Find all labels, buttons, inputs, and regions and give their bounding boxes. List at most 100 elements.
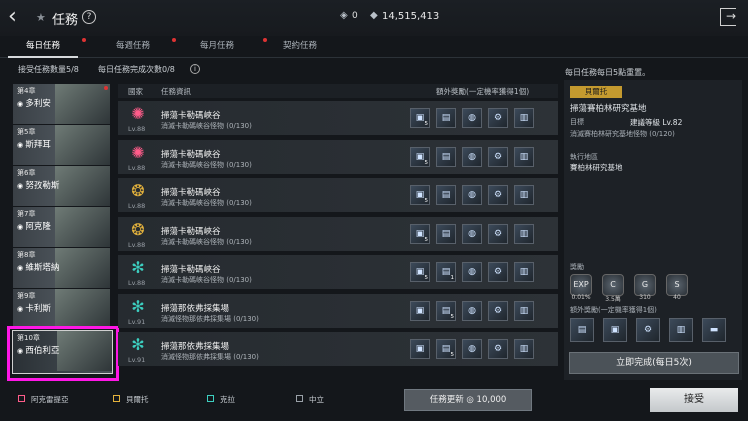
chapter-item[interactable]: 第4章 ◉ 多利安 [13,84,110,124]
reward-item-icon[interactable]: ◍ [462,223,482,244]
extra-reward-icon[interactable]: ▣ [603,318,627,342]
quest-row[interactable]: ✺ Lv.88 掃蕩卡勒碼峽谷 消滅卡勒碼峽谷怪物 (0/130) ▣ 5 ▤ ◍ ⚙ ▥ [118,139,558,174]
quest-level: Lv.91 [128,317,146,326]
area-name: 賽柏林研究基地 [570,163,623,172]
reward-item-icon[interactable]: ◍ [462,108,482,128]
detail-title: 掃蕩賽柏林研究基地 [570,104,647,114]
quest-level: Lv.88 [128,279,146,287]
chapter-number: 第8章 [17,251,36,259]
chapter-item[interactable]: 第7章 ◉ 阿克隆 [13,207,110,247]
reward-item-icon[interactable]: ▤ 5 [436,300,456,321]
reward-item-icon[interactable]: ▥ [514,339,534,359]
accepted-count: 接受任務數量5/8 [18,65,79,74]
reward-item-icon[interactable]: ▣ 5 [410,223,430,244]
page-title: 任務 [52,13,79,28]
reward-item-icon[interactable]: ▤ [436,185,456,205]
reward-item-icon[interactable]: ⚙ [488,146,508,167]
reward-item-icon[interactable]: ▤ [436,223,456,244]
reward-icon[interactable]: G [634,274,656,296]
reward-item-icon[interactable]: ▥ [514,185,534,205]
reward-item-icon[interactable]: ◍ [462,146,482,167]
refresh-cost: 10,000 [476,395,507,405]
chapter-number: 第7章 [17,210,36,218]
reward-icon[interactable]: EXP [570,274,592,296]
chapter-item[interactable]: 第8章 ◉ 維斯塔納 [13,248,110,288]
reward-item-icon[interactable]: ⚙ [488,262,508,282]
reward-item-icon[interactable]: ⚙ [488,185,508,205]
reward-item-icon[interactable]: ⚙ [488,108,508,128]
quest-row[interactable]: ✻ Lv.91 掃蕩那依弗採集場 消滅怪物那依弗採集場 (0/130) ▣ ▤ 5 ◍ ⚙… [118,293,558,328]
extra-reward-icon[interactable]: ▤ [570,318,594,342]
reward-item-icon[interactable]: ▣ 5 [410,146,430,167]
reward-item-icon[interactable]: ◍ [462,300,482,321]
reward-item-icon[interactable]: ⚙ [488,339,508,359]
refresh-label: 任務更新 [429,395,464,405]
area-label: 執行地區 [570,153,598,161]
ticket-icon: ◈ [340,10,348,21]
reward-item-icon[interactable]: ▥ [514,108,534,128]
exit-icon[interactable]: → [720,8,736,26]
quest-subtitle: 消滅卡勒碼峽谷怪物 (0/130) [161,122,252,130]
chapter-item[interactable]: 第6章 ◉ 努孜勒斯 [13,166,110,206]
faction-emblem-icon: ✻ [131,296,145,316]
info-icon[interactable]: i [190,64,200,74]
reward-item-icon[interactable]: ▤ [436,108,456,128]
reward-item-icon[interactable]: ▣ 5 [410,185,430,205]
tab-daily[interactable]: 每日任務 [8,36,78,58]
reward-value: 310 [639,294,651,301]
reward-icon[interactable]: C [602,274,624,296]
chapter-thumbnail [55,207,110,247]
back-icon[interactable]: ‹ [8,6,30,30]
reward-item-icon[interactable]: ▥ [514,146,534,167]
reward-item-icon[interactable]: ▣ [410,339,430,359]
help-icon[interactable]: ? [82,10,96,24]
quest-row[interactable]: ✺ Lv.88 掃蕩卡勒碼峽谷 消滅卡勒碼峽谷怪物 (0/130) ▣ 5 ▤ ◍ ⚙ ▥ [118,101,558,135]
quest-row[interactable]: ✻ Lv.91 掃蕩那依弗採集場 消滅怪物那依弗採集場 (0/130) ▣ ▤ 5 ◍ ⚙… [118,332,558,366]
extra-reward-icon[interactable]: ⚙ [636,318,660,342]
reward-item-icon[interactable]: ▥ [514,300,534,321]
faction-emblem-icon: ✺ [131,142,145,162]
legend-label: 克拉 [220,395,235,404]
reward-value: 0.01% [571,294,591,301]
legend-swatch [207,395,214,402]
currency-gem: 14,515,413 [382,11,440,22]
reward-item-icon[interactable]: ▥ [514,262,534,282]
reward-item-icon[interactable]: ▥ [514,223,534,244]
reward-icon[interactable]: S [666,274,688,296]
quest-row[interactable]: ❂ Lv.88 掃蕩卡勒碼峽谷 消滅卡勒碼峽谷怪物 (0/130) ▣ 5 ▤ ◍ ⚙ ▥ [118,178,558,212]
reward-item-icon[interactable]: ⚙ [488,300,508,321]
quest-row[interactable]: ✻ Lv.88 掃蕩卡勒碼峽谷 消滅卡勒碼峽谷怪物 (0/130) ▣ 5 ▤ 1 ◍ ⚙ ▥ [118,255,558,289]
chapter-thumbnail [55,289,110,329]
quest-title: 掃蕩卡勒碼峽谷 [161,188,221,198]
chapter-item[interactable]: 第9章 ◉ 卡利斯 [13,289,110,329]
tab-contract[interactable]: 契約任務 [265,36,335,58]
reward-item-icon[interactable]: ⚙ [488,223,508,244]
extra-reward-icon[interactable]: ▬ [702,318,726,342]
selection-highlight [7,326,119,381]
chapter-item[interactable]: 第5章 ◉ 斯拜耳 [13,125,110,165]
refresh-button[interactable]: 任務更新 ◎ 10,000 [404,389,532,411]
reward-item-icon[interactable]: ▣ 5 [410,108,430,128]
target-task: 消滅賽柏林研究基地怪物 (0/120) [570,130,675,138]
reward-item-icon[interactable]: ▤ 1 [436,262,456,282]
reward-item-icon[interactable]: ▤ 5 [436,339,456,359]
coin-icon: ◎ [466,395,474,405]
chapter-thumbnail [55,166,110,206]
complete-now-button[interactable]: 立即完成(每日5次) [569,352,739,374]
reward-item-icon[interactable]: ◍ [462,185,482,205]
accept-button[interactable]: 接受 [650,388,738,412]
reward-item-icon[interactable]: ◍ [462,339,482,359]
tab-monthly[interactable]: 每月任務 [182,36,252,58]
quest-title: 掃蕩卡勒碼峽谷 [161,265,221,275]
legend-label: 中立 [309,395,324,404]
extra-reward-icon[interactable]: ▥ [669,318,693,342]
reward-item-icon[interactable]: ◍ [462,262,482,282]
tab-weekly[interactable]: 每週任務 [98,36,168,58]
quest-row[interactable]: ❂ Lv.88 掃蕩卡勒碼峽谷 消滅卡勒碼峽谷怪物 (0/130) ▣ 5 ▤ ◍ ⚙ ▥ [118,216,558,251]
reward-item-icon[interactable]: ▣ 5 [410,262,430,282]
quest-subtitle: 消滅怪物那依弗採集場 (0/130) [161,353,259,361]
chapter-number: 第5章 [17,128,36,136]
reward-item-icon[interactable]: ▤ [436,146,456,167]
reward-item-icon[interactable]: ▣ [410,300,430,321]
quest-title: 掃蕩卡勒碼峽谷 [161,111,221,121]
